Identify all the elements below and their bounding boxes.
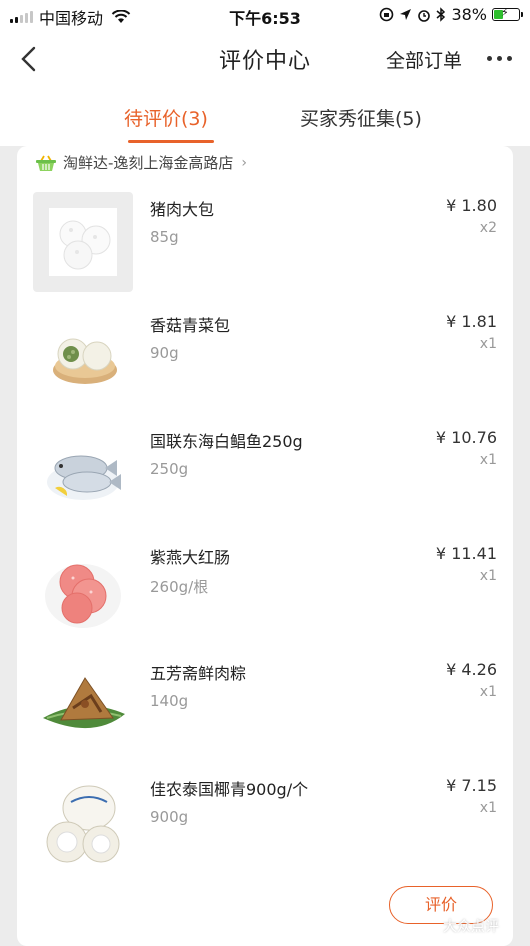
product-price: ¥ 11.41 [435,544,497,563]
product-weight: 250g [150,460,189,478]
product-name: 紫燕大红肠 [150,548,231,567]
steamed-buns-image [33,192,133,292]
bluetooth-icon [436,7,446,22]
product-weight: 900g [150,808,189,826]
nav-bar: 评价中心 全部订单 [0,30,530,88]
order-card: 淘鲜达-逸刻上海金高路店 › 猪肉大包 85g ¥ 1.80 x2 香菇青菜包 … [17,146,513,946]
product-name: 五芳斋鲜肉粽 [150,664,247,683]
chevron-right-icon: › [241,154,248,171]
product-row[interactable]: 国联东海白鲳鱼250g 250g ¥ 10.76 x1 [17,424,513,540]
battery-icon: ⚡ [492,6,523,21]
store-link[interactable]: 淘鲜达-逸刻上海金高路店 › [35,152,247,173]
product-row[interactable]: 猪肉大包 85g ¥ 1.80 x2 [17,192,513,308]
charging-bolt-icon: ⚡ [501,6,509,19]
pomfret-fish-image [33,424,133,524]
tab-bar: 待评价(3) 买家秀征集(5) [0,88,530,146]
status-right: 38% ⚡ [379,5,523,24]
product-price: ¥ 7.15 [446,776,497,795]
all-orders-link[interactable]: 全部订单 [386,46,462,73]
product-row[interactable]: 五芳斋鲜肉粽 140g ¥ 4.26 x1 [17,656,513,772]
product-quantity: x1 [479,568,497,584]
coconut-image [33,772,133,872]
product-name: 香菇青菜包 [150,316,231,335]
rotation-lock-icon [380,7,394,22]
zongzi-image [33,656,133,756]
vegetable-buns-image [33,308,133,408]
battery-percent: 38% [451,5,487,24]
product-quantity: x2 [479,220,497,236]
product-quantity: x1 [479,452,497,468]
red-sausage-image [33,540,133,640]
product-weight: 260g/根 [150,578,209,596]
product-weight: 85g [150,228,179,246]
product-row[interactable]: 香菇青菜包 90g ¥ 1.81 x1 [17,308,513,424]
active-tab-indicator [128,140,214,143]
product-row[interactable]: 佳农泰国椰青900g/个 900g ¥ 7.15 x1 [17,772,513,888]
store-name: 淘鲜达-逸刻上海金高路店 [63,154,234,172]
product-weight: 90g [150,344,179,362]
product-price: ¥ 4.26 [446,660,497,679]
tab-pending-review[interactable]: 待评价(3) [124,104,208,131]
product-name: 国联东海白鲳鱼250g [150,432,303,451]
product-quantity: x1 [479,800,497,816]
product-name: 猪肉大包 [150,200,215,219]
product-quantity: x1 [479,684,497,700]
product-price: ¥ 1.80 [446,196,497,215]
tab-buyer-show[interactable]: 买家秀征集(5) [300,104,422,131]
watermark: 大众点评 [443,919,499,935]
product-price: ¥ 10.76 [435,428,497,447]
status-bar: 中国移动 下午6:53 38% ⚡ [0,0,530,30]
more-icon[interactable] [487,56,512,61]
basket-icon [36,155,56,171]
product-price: ¥ 1.81 [446,312,497,331]
product-quantity: x1 [479,336,497,352]
location-icon [400,9,412,20]
product-row[interactable]: 紫燕大红肠 260g/根 ¥ 11.41 x1 [17,540,513,656]
alarm-icon [418,9,431,22]
product-name: 佳农泰国椰青900g/个 [150,780,309,799]
product-weight: 140g [150,692,189,710]
